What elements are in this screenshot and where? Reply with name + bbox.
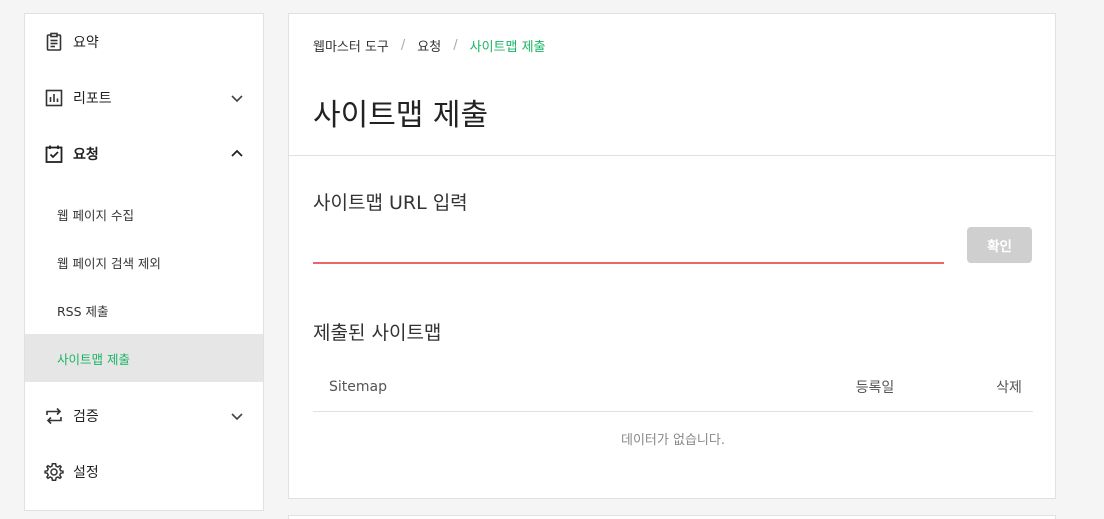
clipboard-icon: [43, 31, 65, 53]
subitem-web-page-exclude[interactable]: 웹 페이지 검색 제외: [25, 238, 263, 286]
chevron-up-icon[interactable]: [229, 146, 245, 162]
sitemap-table: Sitemap 등록일 삭제 데이터가 없습니다.: [313, 362, 1033, 464]
column-header-delete: 삭제: [996, 379, 1022, 396]
request-submenu: 웹 페이지 수집 웹 페이지 검색 제외 RSS 제출 사이트맵 제출: [25, 182, 263, 388]
divider: [289, 155, 1055, 156]
sitemap-url-input[interactable]: [313, 232, 944, 264]
sidebar-item-label: 요약: [73, 35, 99, 51]
clipboard-check-icon: [43, 143, 65, 165]
chevron-down-icon[interactable]: [229, 90, 245, 106]
sidebar-item-label: 검증: [73, 409, 99, 425]
page-title: 사이트맵 제출: [313, 98, 489, 133]
sidebar-item-verify[interactable]: 검증: [25, 388, 263, 444]
submitted-section-title: 제출된 사이트맵: [313, 322, 442, 344]
main-panel: 웹마스터 도구 / 요청 / 사이트맵 제출 사이트맵 제출 사이트맵 URL …: [288, 13, 1056, 499]
bar-chart-icon: [43, 87, 65, 109]
empty-state-text: 데이터가 없습니다.: [621, 432, 725, 448]
next-panel-edge: [288, 515, 1056, 519]
sidebar-item-label: 요청: [73, 147, 99, 163]
repeat-arrows-icon: [43, 405, 65, 427]
subitem-web-page-crawl[interactable]: 웹 페이지 수집: [25, 190, 263, 238]
column-header-sitemap: Sitemap: [329, 378, 387, 395]
sidebar-item-report[interactable]: 리포트: [25, 70, 263, 126]
sidebar-item-label: 리포트: [73, 91, 112, 107]
breadcrumb: 웹마스터 도구 / 요청 / 사이트맵 제출: [313, 36, 546, 55]
breadcrumb-parent[interactable]: 요청: [417, 36, 441, 55]
column-header-date: 등록일: [855, 379, 895, 396]
breadcrumb-separator: /: [400, 38, 406, 53]
sidebar: 요약 리포트 요청 웹 페이지 수집 웹 페이지 검색 제외 RSS 제출 사이…: [24, 13, 264, 511]
breadcrumb-current: 사이트맵 제출: [469, 40, 546, 55]
table-header: Sitemap 등록일 삭제: [313, 362, 1033, 412]
confirm-button[interactable]: 확인: [967, 227, 1032, 263]
chevron-down-icon[interactable]: [229, 408, 245, 424]
gear-icon: [43, 461, 65, 483]
subitem-sitemap-submit[interactable]: 사이트맵 제출: [25, 334, 263, 382]
sidebar-item-settings[interactable]: 설정: [25, 444, 263, 500]
url-section-title: 사이트맵 URL 입력: [313, 192, 468, 214]
subitem-rss-submit[interactable]: RSS 제출: [25, 286, 263, 334]
breadcrumb-separator: /: [453, 38, 458, 53]
sidebar-item-label: 설정: [73, 465, 99, 481]
sidebar-item-summary[interactable]: 요약: [25, 14, 263, 70]
sidebar-item-request[interactable]: 요청: [25, 126, 263, 182]
breadcrumb-root[interactable]: 웹마스터 도구: [313, 36, 389, 55]
